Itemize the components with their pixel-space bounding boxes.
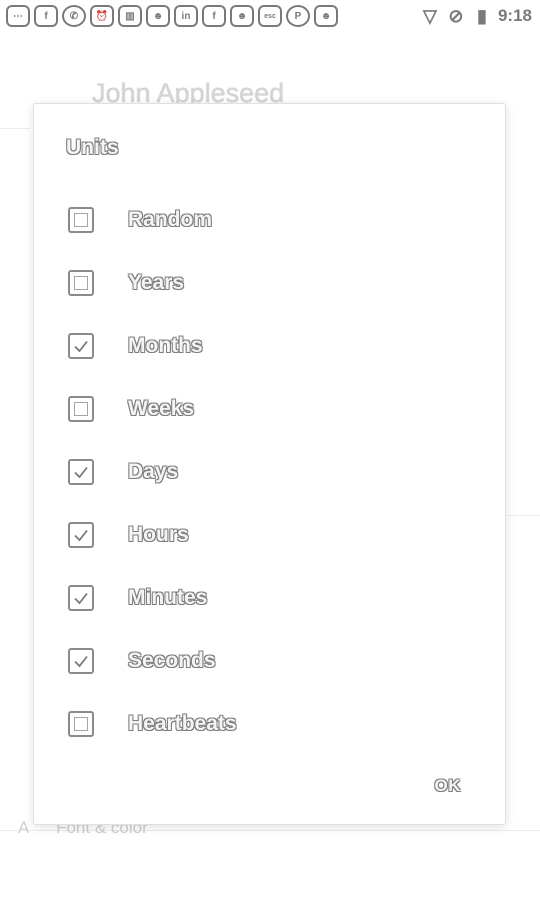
ok-button[interactable]: OK [433,772,464,800]
esc-icon: esc [258,5,282,27]
pinterest-icon: P [286,5,310,27]
unit-option-label: Weeks [128,396,195,420]
checkbox-inner [74,716,88,731]
checkmark-icon [74,529,88,541]
system-icon-group: ▽ ⊘ ▮ [420,5,492,27]
units-option-list: Random Years Months Weeks Days Hours Minutes Se… [68,188,448,755]
linkedin-icon: in [174,5,198,27]
checkbox-checked[interactable] [68,647,94,674]
background-divider [508,515,540,516]
checkmark-icon [74,466,88,478]
unit-option[interactable]: Minutes [68,566,448,629]
unit-option[interactable]: Months [68,314,448,377]
unit-option-label: Days [128,459,179,483]
alarm-icon: ⏰ [90,5,114,27]
unit-option[interactable]: Seconds [68,629,448,692]
checkbox-checked[interactable] [68,584,94,611]
notification-icons: ⋯ f ✆ ⏰ ▥ ☻ in f ☻ esc P ☻ [6,5,338,27]
checkbox-unchecked[interactable] [68,395,94,422]
unit-option-label: Seconds [128,648,216,672]
background-divider [0,128,30,129]
whatsapp-icon: ✆ [62,5,86,27]
unit-option-label: Hours [128,522,189,546]
unit-option[interactable]: Heartbeats [68,692,448,755]
unit-option[interactable]: Random [68,188,448,251]
no-sim-icon: ⊘ [448,5,464,26]
wolf-icon: ☻ [314,5,338,27]
unit-option-label: Heartbeats [128,711,237,735]
system-icons: ▽ ⊘ ▮ 9:18 [420,5,532,27]
dialog-title: Units [66,136,119,159]
wifi-icon: ▽ [423,5,437,26]
unit-option-label: Years [128,270,185,294]
wolf-icon: ☻ [146,5,170,27]
unit-option-label: Random [128,207,212,231]
font-icon: A [18,818,30,837]
checkbox-checked[interactable] [68,332,94,359]
unit-option[interactable]: Weeks [68,377,448,440]
status-time: 9:18 [497,6,532,25]
checkbox-unchecked[interactable] [68,710,94,737]
checkmark-icon [74,655,88,667]
checkbox-checked[interactable] [68,458,94,485]
checkbox-checked[interactable] [68,521,94,548]
units-dialog: Units Random Years Months Weeks Days Hours Min… [33,103,506,825]
status-bar: ⋯ f ✆ ⏰ ▥ ☻ in f ☻ esc P ☻ ▽ ⊘ ▮ 9:18 [0,0,540,32]
wolf-icon: ☻ [230,5,254,27]
checkbox-inner [74,275,88,290]
unit-option[interactable]: Hours [68,503,448,566]
battery-icon: ▮ [477,5,487,26]
unit-option[interactable]: Days [68,440,448,503]
checkbox-unchecked[interactable] [68,269,94,296]
checkmark-icon [74,592,88,604]
unit-option[interactable]: Years [68,251,448,314]
checkbox-inner [74,212,88,227]
unit-option-label: Minutes [128,585,208,609]
sd-card-icon: ▥ [118,5,142,27]
facebook-icon: f [34,5,58,27]
unit-option-label: Months [128,333,203,357]
messages-icon: ⋯ [6,5,30,27]
checkbox-inner [74,401,88,416]
checkbox-unchecked[interactable] [68,206,94,233]
facebook-icon: f [202,5,226,27]
checkmark-icon [74,340,88,352]
